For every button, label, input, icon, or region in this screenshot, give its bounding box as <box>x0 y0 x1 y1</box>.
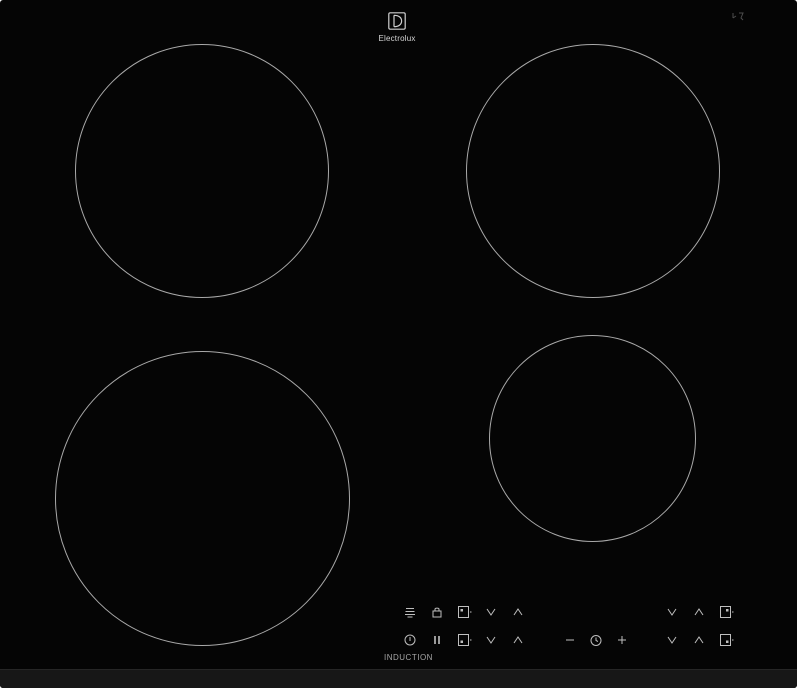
induction-hob: Electrolux INDUCTION <box>0 0 797 688</box>
power-up-button-row1-left[interactable] <box>509 603 527 621</box>
down-arrow-icon <box>486 636 496 644</box>
zone-select-icon <box>458 606 472 618</box>
child-lock-button[interactable] <box>428 603 446 621</box>
zone-select-front-right-button[interactable] <box>718 631 736 649</box>
timer-plus-button[interactable] <box>613 631 631 649</box>
cooking-zone-rear-left[interactable] <box>75 44 329 298</box>
down-arrow-icon <box>667 608 677 616</box>
up-arrow-icon <box>694 636 704 644</box>
down-arrow-icon <box>486 608 496 616</box>
zone-select-front-left-button[interactable] <box>456 603 474 621</box>
bridge-button[interactable] <box>401 603 419 621</box>
up-arrow-icon <box>513 636 523 644</box>
induction-label: INDUCTION <box>384 653 433 662</box>
zone-select-rear-left-button[interactable] <box>456 631 474 649</box>
cooking-zone-rear-right[interactable] <box>466 44 720 298</box>
cooking-zone-front-left[interactable] <box>55 351 350 646</box>
cooking-zone-front-right[interactable] <box>489 335 696 542</box>
power-down-button-row1-left[interactable] <box>482 603 500 621</box>
pause-icon <box>434 636 440 644</box>
power-icon <box>404 634 416 646</box>
up-arrow-icon <box>694 608 704 616</box>
timer-icon <box>590 635 602 646</box>
power-down-button-row2-left[interactable] <box>482 631 500 649</box>
down-arrow-icon <box>667 636 677 644</box>
power-up-button-row1-right[interactable] <box>690 603 708 621</box>
brand-logo: Electrolux <box>365 12 429 52</box>
power-on-off-button[interactable] <box>401 631 419 649</box>
plus-icon <box>618 636 626 644</box>
zone-select-icon <box>720 634 734 646</box>
front-trim <box>0 669 797 688</box>
bridge-icon <box>405 608 415 618</box>
electrolux-logo-icon <box>388 12 406 30</box>
up-arrow-icon <box>513 608 523 616</box>
minus-icon <box>566 639 574 641</box>
pause-button[interactable] <box>428 631 446 649</box>
zone-select-rear-right-button[interactable] <box>718 603 736 621</box>
power-down-button-row1-right[interactable] <box>663 603 681 621</box>
brand-name: Electrolux <box>378 34 416 43</box>
zone-select-icon <box>458 634 472 646</box>
power-down-button-row2-right[interactable] <box>663 631 681 649</box>
power-up-button-row2-left[interactable] <box>509 631 527 649</box>
timer-minus-button[interactable] <box>561 631 579 649</box>
corner-marking-icon <box>732 12 744 21</box>
power-up-button-row2-right[interactable] <box>690 631 708 649</box>
timer-button[interactable] <box>587 631 605 649</box>
zone-select-icon <box>720 606 734 618</box>
lock-icon <box>432 607 442 618</box>
